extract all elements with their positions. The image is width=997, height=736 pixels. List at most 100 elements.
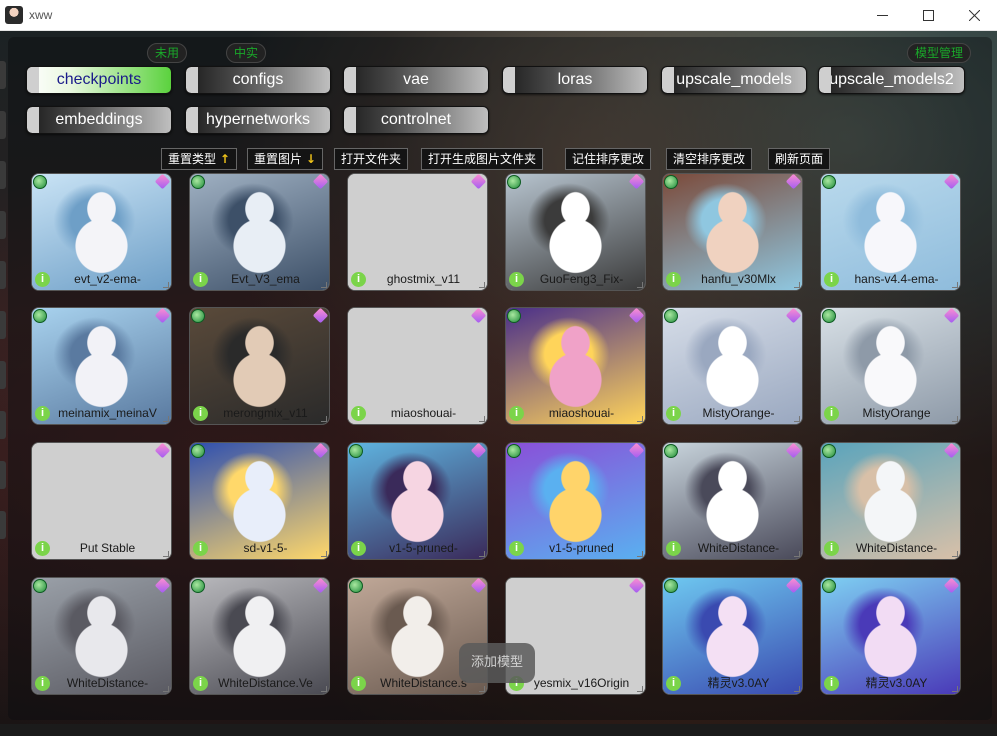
resize-grip-icon[interactable] xyxy=(479,686,485,692)
category-tab-vae[interactable]: vae xyxy=(343,66,489,94)
resize-grip-icon[interactable] xyxy=(637,686,643,692)
category-tab-embeddings[interactable]: embeddings xyxy=(26,106,172,134)
close-button[interactable] xyxy=(951,0,997,31)
resize-grip-icon[interactable] xyxy=(952,282,958,288)
info-icon[interactable]: i xyxy=(666,272,681,287)
category-tab-upscale-models2[interactable]: upscale_models2 xyxy=(818,66,965,94)
info-icon[interactable]: i xyxy=(351,676,366,691)
category-tab-loras[interactable]: loras xyxy=(502,66,648,94)
resize-grip-icon[interactable] xyxy=(321,686,327,692)
category-tab-upscale-models[interactable]: upscale_models xyxy=(661,66,807,94)
model-card[interactable]: i meinamix_meinaV xyxy=(31,307,172,425)
resize-grip-icon[interactable] xyxy=(163,686,169,692)
model-card[interactable]: i hans-v4.4-ema- xyxy=(820,173,961,291)
drag-handle[interactable] xyxy=(662,67,674,93)
model-card[interactable]: i miaoshouai- xyxy=(505,307,646,425)
info-icon[interactable]: i xyxy=(509,541,524,556)
category-tab-checkpoints[interactable]: checkpoints xyxy=(26,66,172,94)
resize-grip-icon[interactable] xyxy=(794,416,800,422)
model-card[interactable]: i v1-5-pruned- xyxy=(347,442,488,560)
drag-handle[interactable] xyxy=(819,67,831,93)
drag-handle[interactable] xyxy=(344,107,356,133)
info-icon[interactable]: i xyxy=(824,406,839,421)
info-icon[interactable]: i xyxy=(193,676,208,691)
info-icon[interactable]: i xyxy=(509,406,524,421)
info-icon[interactable]: i xyxy=(666,406,681,421)
model-card[interactable]: i hanfu_v30Mlx xyxy=(662,173,803,291)
info-icon[interactable]: i xyxy=(824,541,839,556)
model-card[interactable]: i Evt_V3_ema xyxy=(189,173,330,291)
model-card[interactable]: i MistyOrange- xyxy=(662,307,803,425)
model-card[interactable]: i evt_v2-ema- xyxy=(31,173,172,291)
drag-handle[interactable] xyxy=(186,67,198,93)
resize-grip-icon[interactable] xyxy=(794,686,800,692)
model-card[interactable]: i ghostmix_v11 xyxy=(347,173,488,291)
top-pill-middle[interactable]: 中实 xyxy=(226,43,266,63)
resize-grip-icon[interactable] xyxy=(479,416,485,422)
info-icon[interactable]: i xyxy=(666,541,681,556)
drag-handle[interactable] xyxy=(344,67,356,93)
reset-image-button[interactable]: 重置图片 ↓ xyxy=(247,148,323,170)
resize-grip-icon[interactable] xyxy=(321,551,327,557)
model-card[interactable]: i WhiteDistance.Ve xyxy=(189,577,330,695)
info-icon[interactable]: i xyxy=(35,541,50,556)
refresh-page-button[interactable]: 刷新页面 xyxy=(768,148,831,170)
resize-grip-icon[interactable] xyxy=(952,416,958,422)
model-card[interactable]: i GuoFeng3_Fix- xyxy=(505,173,646,291)
resize-grip-icon[interactable] xyxy=(163,416,169,422)
model-card[interactable]: i 精灵v3.0AY xyxy=(662,577,803,695)
resize-grip-icon[interactable] xyxy=(637,551,643,557)
info-icon[interactable]: i xyxy=(35,406,50,421)
model-manage-button[interactable]: 模型管理 xyxy=(907,43,971,63)
info-icon[interactable]: i xyxy=(824,272,839,287)
maximize-button[interactable] xyxy=(905,0,951,31)
info-icon[interactable]: i xyxy=(193,541,208,556)
info-icon[interactable]: i xyxy=(509,272,524,287)
resize-grip-icon[interactable] xyxy=(794,551,800,557)
resize-grip-icon[interactable] xyxy=(637,282,643,288)
info-icon[interactable]: i xyxy=(351,406,366,421)
resize-grip-icon[interactable] xyxy=(479,282,485,288)
resize-grip-icon[interactable] xyxy=(163,551,169,557)
resize-grip-icon[interactable] xyxy=(952,686,958,692)
save-order-button[interactable]: 记住排序更改 xyxy=(565,148,652,170)
category-tab-controlnet[interactable]: controlnet xyxy=(343,106,489,134)
info-icon[interactable]: i xyxy=(351,541,366,556)
model-card[interactable]: i miaoshouai- xyxy=(347,307,488,425)
drag-handle[interactable] xyxy=(186,107,198,133)
model-card[interactable]: i MistyOrange xyxy=(820,307,961,425)
clear-order-button[interactable]: 清空排序更改 xyxy=(666,148,753,170)
category-tab-configs[interactable]: configs xyxy=(185,66,331,94)
resize-grip-icon[interactable] xyxy=(321,416,327,422)
model-card[interactable]: i sd-v1-5- xyxy=(189,442,330,560)
category-tab-hypernetworks[interactable]: hypernetworks xyxy=(185,106,331,134)
model-card[interactable]: i merongmix_v11 xyxy=(189,307,330,425)
resize-grip-icon[interactable] xyxy=(952,551,958,557)
resize-grip-icon[interactable] xyxy=(163,282,169,288)
add-model-button[interactable]: 添加模型 xyxy=(459,643,535,683)
info-icon[interactable]: i xyxy=(351,272,366,287)
info-icon[interactable]: i xyxy=(193,272,208,287)
model-card[interactable]: i WhiteDistance- xyxy=(31,577,172,695)
model-card[interactable]: i Put Stable xyxy=(31,442,172,560)
model-card[interactable]: i 精灵v3.0AY xyxy=(820,577,961,695)
model-card[interactable]: i WhiteDistance- xyxy=(662,442,803,560)
resize-grip-icon[interactable] xyxy=(637,416,643,422)
info-icon[interactable]: i xyxy=(824,676,839,691)
info-icon[interactable]: i xyxy=(666,676,681,691)
model-card[interactable]: i WhiteDistance- xyxy=(820,442,961,560)
info-icon[interactable]: i xyxy=(35,272,50,287)
minimize-button[interactable] xyxy=(859,0,905,31)
drag-handle[interactable] xyxy=(503,67,515,93)
drag-handle[interactable] xyxy=(27,67,39,93)
top-pill-unused[interactable]: 未用 xyxy=(147,43,187,63)
info-icon[interactable]: i xyxy=(193,406,208,421)
resize-grip-icon[interactable] xyxy=(479,551,485,557)
open-folder-button[interactable]: 打开文件夹 xyxy=(334,148,409,170)
drag-handle[interactable] xyxy=(27,107,39,133)
reset-type-button[interactable]: 重置类型 ↑ xyxy=(161,148,237,170)
open-generated-folder-button[interactable]: 打开生成图片文件夹 xyxy=(421,148,544,170)
resize-grip-icon[interactable] xyxy=(321,282,327,288)
model-card[interactable]: i v1-5-pruned xyxy=(505,442,646,560)
resize-grip-icon[interactable] xyxy=(794,282,800,288)
